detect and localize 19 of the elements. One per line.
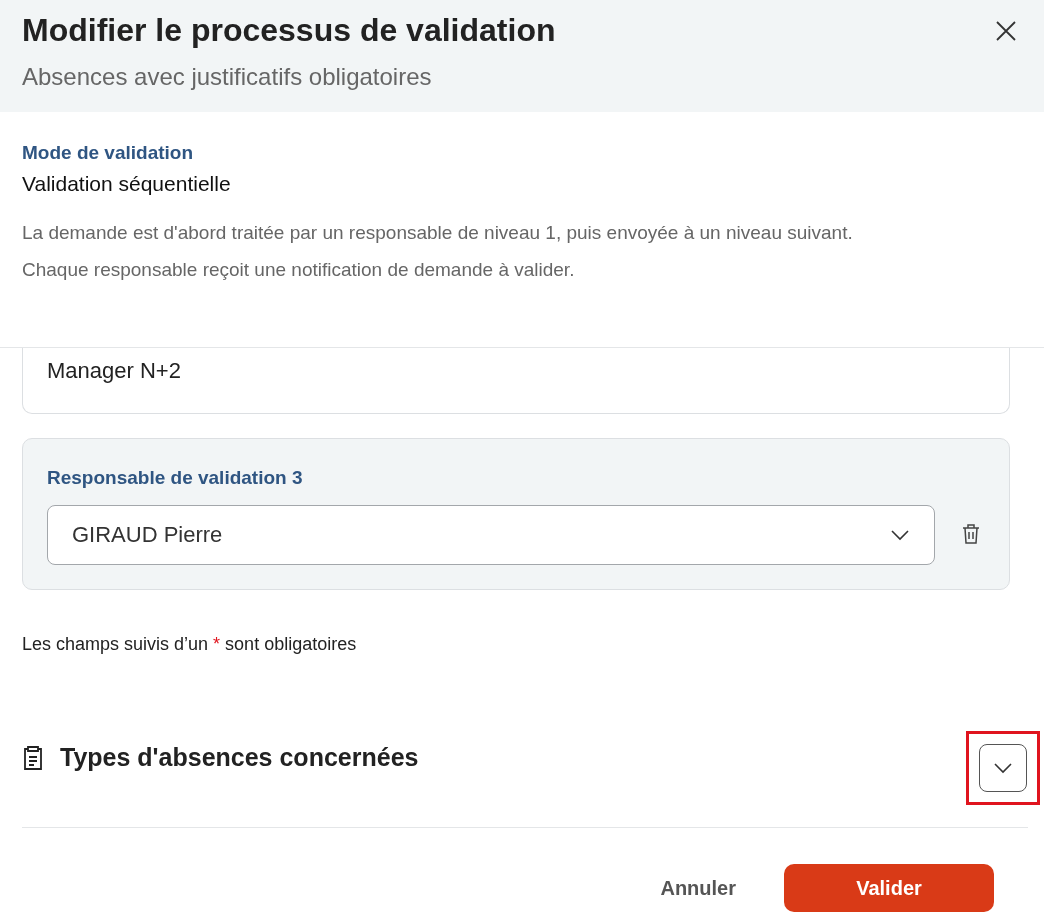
clipboard-icon <box>22 744 44 771</box>
chevron-down-icon <box>890 529 910 541</box>
required-note: Les champs suivis d’un * sont obligatoires <box>22 634 358 655</box>
approver-select[interactable]: GIRAUD Pierre <box>47 505 935 565</box>
field-label: Responsable de validation 3 <box>47 467 304 489</box>
expand-button[interactable] <box>979 744 1027 792</box>
chevron-down-icon <box>993 762 1013 774</box>
description-text: Chaque responsable reçoit une notification de demande à valider. <box>22 258 576 282</box>
field-value: Validation séquentielle <box>22 172 232 196</box>
trash-icon <box>961 522 981 545</box>
approver-name: Manager N+2 <box>47 358 181 383</box>
cancel-button[interactable]: Annuler <box>660 864 736 912</box>
submit-button[interactable]: Valider <box>784 864 994 912</box>
close-icon <box>995 20 1017 42</box>
description-text: La demande est d'abord traitée par un responsable de niveau 1, puis envoyée à un niveau suivant. <box>22 221 854 245</box>
dialog-title: Modifier le processus de validation <box>22 12 556 49</box>
field-label: Mode de validation <box>22 142 195 164</box>
section-title: Types d'absences concernées <box>60 743 419 772</box>
dialog-subtitle: Absences avec justificatifs obligatoires <box>22 63 433 91</box>
